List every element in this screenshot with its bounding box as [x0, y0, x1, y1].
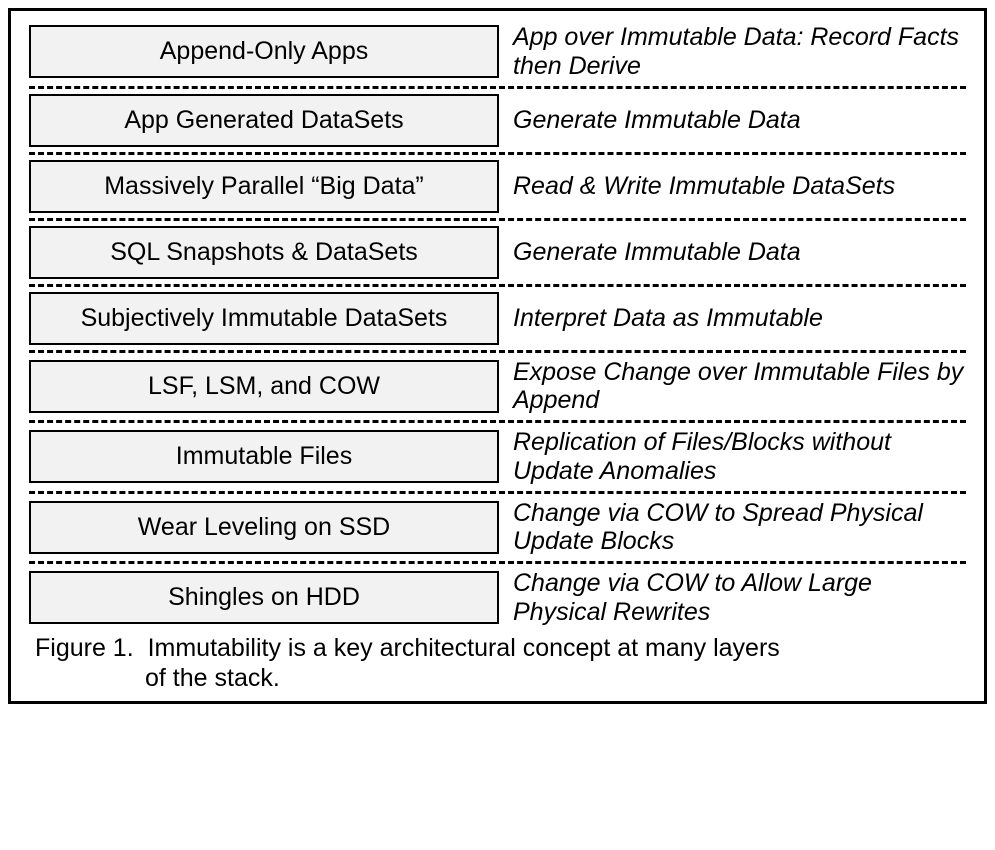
divider	[29, 561, 966, 564]
layer-desc: App over Immutable Data: Record Facts th…	[513, 23, 966, 81]
layer-box-app-generated-datasets: App Generated DataSets	[29, 94, 499, 147]
figure-container: Append-Only Apps App over Immutable Data…	[8, 8, 987, 704]
layer-row: Immutable Files Replication of Files/Blo…	[29, 428, 966, 486]
layer-desc: Generate Immutable Data	[513, 106, 966, 135]
layer-box-immutable-files: Immutable Files	[29, 430, 499, 483]
divider	[29, 284, 966, 287]
layer-box-subjectively-immutable: Subjectively Immutable DataSets	[29, 292, 499, 345]
caption-text-line1: Immutability is a key architectural conc…	[148, 634, 780, 662]
layer-desc: Replication of Files/Blocks without Upda…	[513, 428, 966, 486]
layer-row: LSF, LSM, and COW Expose Change over Imm…	[29, 358, 966, 416]
layer-box-append-only-apps: Append-Only Apps	[29, 25, 499, 78]
caption-label: Figure 1.	[35, 634, 134, 662]
layer-box-shingles-hdd: Shingles on HDD	[29, 571, 499, 624]
figure-caption: Figure 1. Immutability is a key architec…	[29, 633, 966, 693]
layer-row: SQL Snapshots & DataSets Generate Immuta…	[29, 226, 966, 279]
layer-box-sql-snapshots: SQL Snapshots & DataSets	[29, 226, 499, 279]
layer-desc: Change via COW to Allow Large Physical R…	[513, 569, 966, 627]
divider	[29, 86, 966, 89]
layer-row: Massively Parallel “Big Data” Read & Wri…	[29, 160, 966, 213]
layer-row: Subjectively Immutable DataSets Interpre…	[29, 292, 966, 345]
divider	[29, 350, 966, 353]
divider	[29, 491, 966, 494]
divider	[29, 420, 966, 423]
layer-box-big-data: Massively Parallel “Big Data”	[29, 160, 499, 213]
divider	[29, 152, 966, 155]
layer-desc: Read & Write Immutable DataSets	[513, 172, 966, 201]
layer-row: Shingles on HDD Change via COW to Allow …	[29, 569, 966, 627]
layer-box-wear-leveling-ssd: Wear Leveling on SSD	[29, 501, 499, 554]
layer-desc: Change via COW to Spread Physical Update…	[513, 499, 966, 557]
layer-row: App Generated DataSets Generate Immutabl…	[29, 94, 966, 147]
layer-desc: Interpret Data as Immutable	[513, 304, 966, 333]
caption-text-line2: of the stack.	[35, 663, 966, 693]
layer-desc: Generate Immutable Data	[513, 238, 966, 267]
layer-row: Wear Leveling on SSD Change via COW to S…	[29, 499, 966, 557]
layer-box-lsf-lsm-cow: LSF, LSM, and COW	[29, 360, 499, 413]
divider	[29, 218, 966, 221]
layer-row: Append-Only Apps App over Immutable Data…	[29, 23, 966, 81]
layer-desc: Expose Change over Immutable Files by Ap…	[513, 358, 966, 416]
